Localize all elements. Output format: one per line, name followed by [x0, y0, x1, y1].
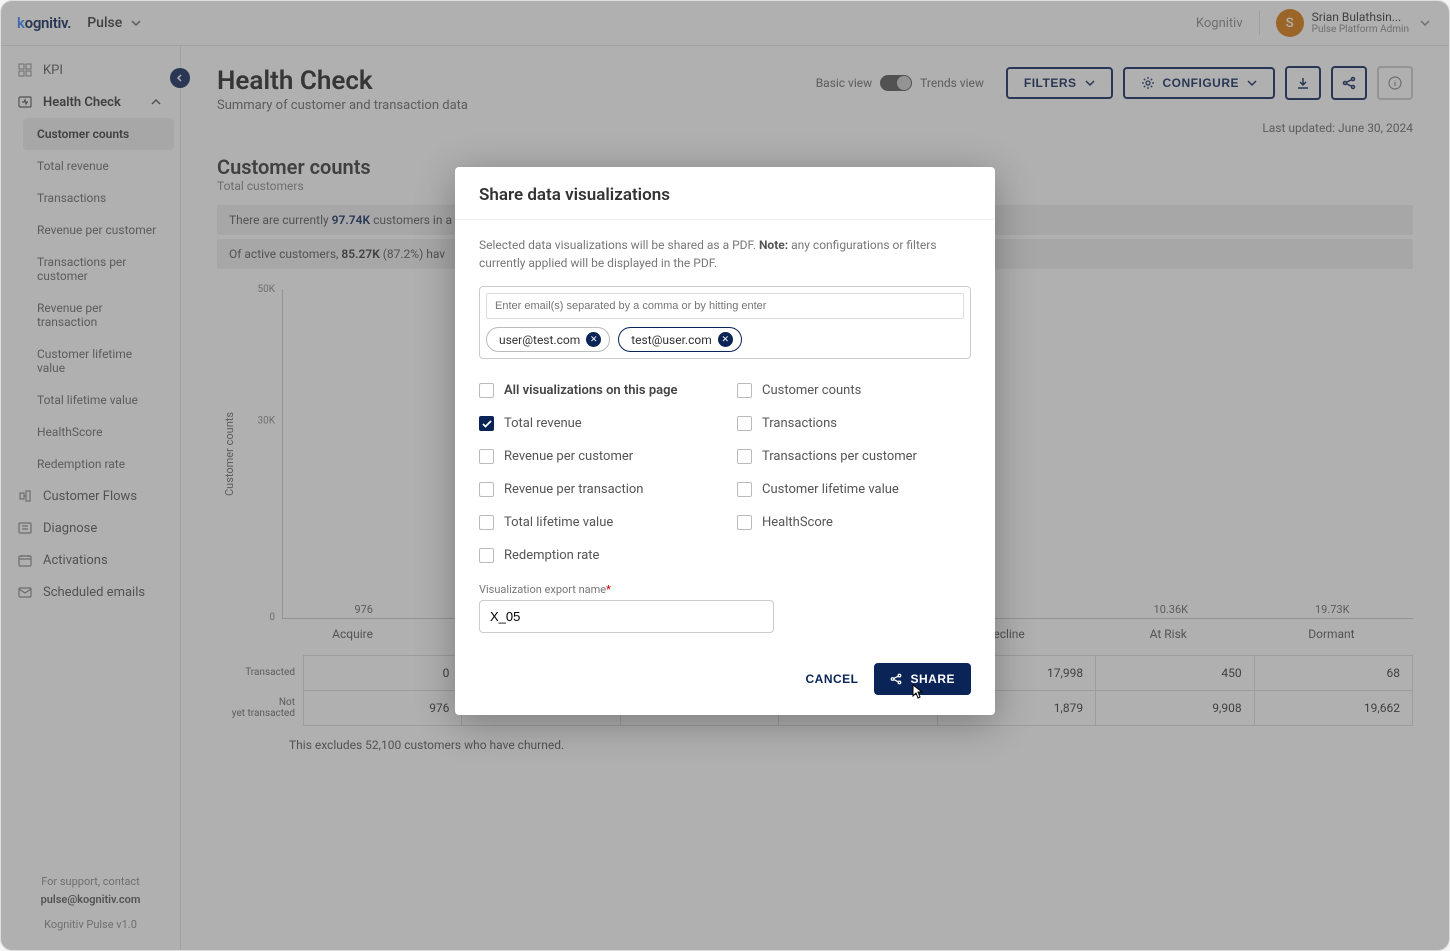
checkbox-icon: [479, 548, 494, 563]
export-name-label: Visualization export name*: [479, 583, 971, 596]
checkbox-item[interactable]: HealthScore: [737, 515, 971, 530]
email-input[interactable]: [486, 293, 964, 319]
remove-chip-icon[interactable]: ✕: [718, 332, 733, 347]
email-recipients-box[interactable]: user@test.com✕ test@user.com✕: [479, 286, 971, 359]
checkbox-icon: [479, 482, 494, 497]
checkbox-item[interactable]: Transactions per customer: [737, 449, 971, 464]
cancel-button[interactable]: CANCEL: [805, 672, 858, 686]
checkbox-item[interactable]: Transactions: [737, 416, 971, 431]
remove-chip-icon[interactable]: ✕: [586, 332, 601, 347]
checkbox-icon: [479, 416, 494, 431]
export-name-input[interactable]: [479, 600, 774, 633]
checkbox-item[interactable]: Total lifetime value: [479, 515, 713, 530]
share-submit-button[interactable]: SHARE: [874, 663, 971, 695]
email-chip[interactable]: test@user.com✕: [618, 327, 742, 352]
modal-overlay[interactable]: Share data visualizations Selected data …: [1, 1, 1449, 950]
share-modal: Share data visualizations Selected data …: [455, 167, 995, 715]
checkbox-icon: [737, 449, 752, 464]
modal-title: Share data visualizations: [479, 185, 971, 205]
modal-description: Selected data visualizations will be sha…: [479, 236, 971, 272]
checkbox-item[interactable]: Total revenue: [479, 416, 713, 431]
checkbox-item[interactable]: Revenue per transaction: [479, 482, 713, 497]
checkbox-icon: [479, 515, 494, 530]
checkbox-item[interactable]: Customer lifetime value: [737, 482, 971, 497]
checkbox-item[interactable]: Revenue per customer: [479, 449, 713, 464]
email-chip[interactable]: user@test.com✕: [486, 327, 610, 352]
checkbox-item[interactable]: Customer counts: [737, 383, 971, 398]
checkbox-item[interactable]: Redemption rate: [479, 548, 713, 563]
checkbox-item[interactable]: All visualizations on this page: [479, 383, 713, 398]
checkbox-icon: [737, 515, 752, 530]
checkbox-icon: [479, 383, 494, 398]
checkbox-icon: [737, 482, 752, 497]
checkbox-icon: [479, 449, 494, 464]
checkbox-icon: [737, 416, 752, 431]
share-icon: [890, 673, 902, 685]
checkbox-icon: [737, 383, 752, 398]
